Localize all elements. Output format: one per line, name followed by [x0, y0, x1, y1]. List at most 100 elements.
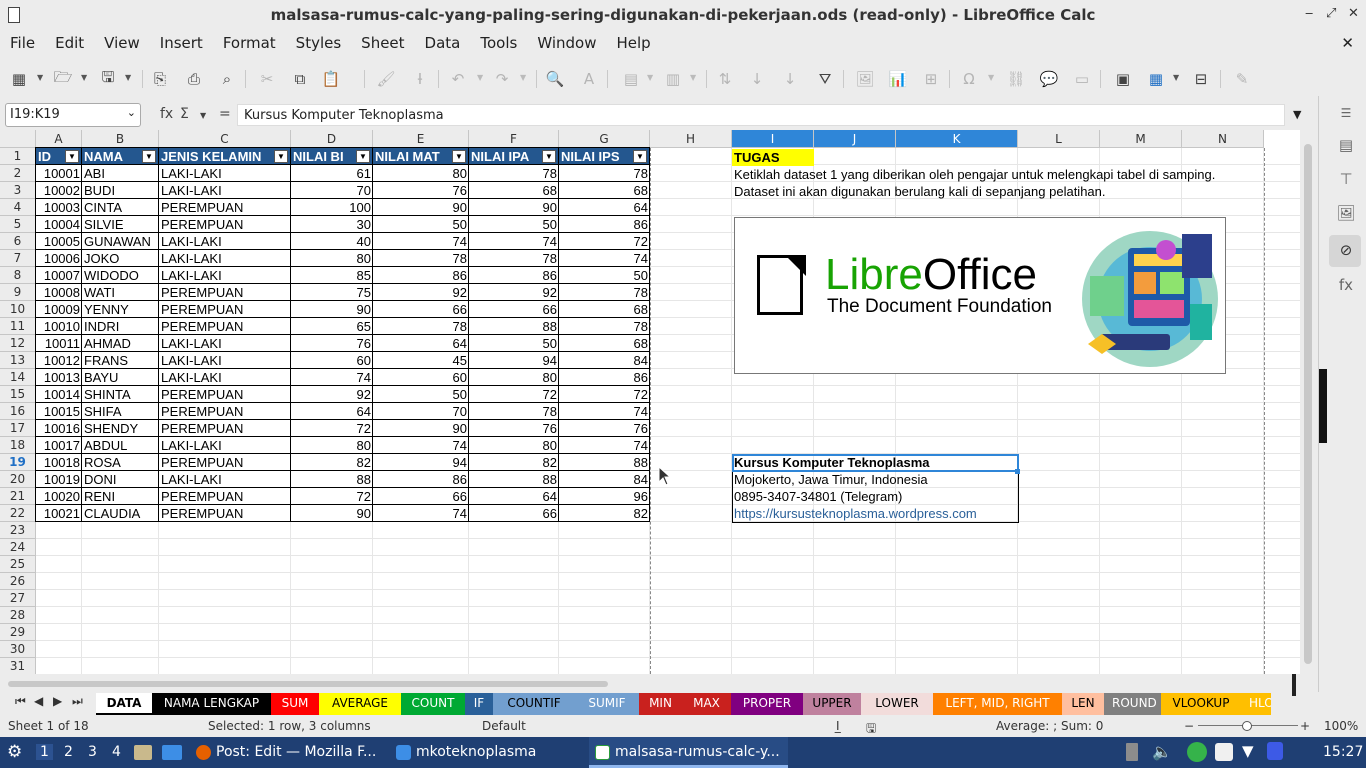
paste-icon[interactable]: 📋	[320, 68, 342, 90]
table-cell[interactable]: 74	[373, 233, 469, 250]
table-cell[interactable]: 68	[559, 182, 650, 199]
table-cell[interactable]: LAKI-LAKI	[159, 250, 291, 267]
table-cell[interactable]: 86	[373, 471, 469, 488]
column-header-l[interactable]: L	[1018, 130, 1100, 148]
table-cell[interactable]: 10009	[36, 301, 82, 318]
vertical-scroll-thumb[interactable]	[1304, 144, 1312, 664]
sheet-tab[interactable]: COUNTIF	[493, 693, 575, 715]
start-menu-icon[interactable]: ⚙	[7, 742, 22, 762]
table-cell[interactable]: PEREMPUAN	[159, 505, 291, 522]
row-header-22[interactable]: 22	[0, 505, 36, 522]
table-cell[interactable]: 80	[291, 437, 373, 454]
column-icon[interactable]: ▥	[662, 68, 684, 90]
table-cell[interactable]: ROSA	[82, 454, 159, 471]
autofilter-dropdown-icon[interactable]: ▼	[452, 150, 466, 163]
export-pdf-icon[interactable]: ⎘	[149, 68, 171, 90]
table-cell[interactable]: BAYU	[82, 369, 159, 386]
menu-help[interactable]: Help	[606, 34, 660, 52]
table-cell[interactable]: 94	[373, 454, 469, 471]
table-cell[interactable]: LAKI-LAKI	[159, 369, 291, 386]
row-header-21[interactable]: 21	[0, 488, 36, 505]
new-document-icon[interactable]: ▦	[8, 68, 30, 90]
table-cell[interactable]: CINTA	[82, 199, 159, 216]
table-cell[interactable]: 10006	[36, 250, 82, 267]
table-cell[interactable]: 74	[559, 403, 650, 420]
row-header-18[interactable]: 18	[0, 437, 36, 454]
column-header-k[interactable]: K	[896, 130, 1018, 148]
zoom-level[interactable]: 100%	[1324, 719, 1358, 733]
cut-icon[interactable]: ✂	[256, 68, 278, 90]
sheet-tab[interactable]: VLOOKUP	[1161, 693, 1241, 715]
table-cell[interactable]: 100	[291, 199, 373, 216]
task-label[interactable]: TUGAS	[732, 149, 814, 166]
table-cell[interactable]: 64	[469, 488, 559, 505]
row-header-11[interactable]: 11	[0, 318, 36, 335]
autofilter-dropdown-icon[interactable]: ▼	[65, 150, 79, 163]
row-header-13[interactable]: 13	[0, 352, 36, 369]
table-cell[interactable]: LAKI-LAKI	[159, 335, 291, 352]
libreoffice-logo-image[interactable]: LibreOffice The Document Foundation	[734, 217, 1226, 374]
table-header-cell[interactable]: NILAI BI ▼	[291, 148, 373, 165]
table-cell[interactable]: 90	[373, 199, 469, 216]
table-cell[interactable]: 10002	[36, 182, 82, 199]
find-replace-icon[interactable]: 🔍	[544, 68, 566, 90]
table-cell[interactable]: 50	[469, 335, 559, 352]
table-cell[interactable]: PEREMPUAN	[159, 386, 291, 403]
table-cell[interactable]: 92	[373, 284, 469, 301]
print-preview-icon[interactable]: ⌕	[216, 68, 238, 90]
table-cell[interactable]: 84	[559, 471, 650, 488]
row-header-6[interactable]: 6	[0, 233, 36, 250]
table-cell[interactable]: LAKI-LAKI	[159, 471, 291, 488]
insert-mode-icon[interactable]: I̲	[836, 719, 840, 733]
column-header-f[interactable]: F	[469, 130, 559, 148]
row-header-19[interactable]: 19	[0, 454, 36, 471]
menu-styles[interactable]: Styles	[286, 34, 352, 52]
table-cell[interactable]: PEREMPUAN	[159, 488, 291, 505]
sort-ascending-icon[interactable]: ↓	[746, 68, 768, 90]
row-header-1[interactable]: 1	[0, 148, 36, 165]
table-cell[interactable]: 50	[373, 386, 469, 403]
open-folder-icon[interactable]: 🗁	[52, 68, 74, 90]
table-header-cell[interactable]: NAMA ▼	[82, 148, 159, 165]
column-header-a[interactable]: A	[36, 130, 82, 148]
table-cell[interactable]: 74	[559, 437, 650, 454]
table-cell[interactable]: 80	[469, 369, 559, 386]
table-cell[interactable]: BUDI	[82, 182, 159, 199]
table-cell[interactable]: RENI	[82, 488, 159, 505]
table-cell[interactable]: 64	[291, 403, 373, 420]
sheet-position[interactable]: Sheet 1 of 18	[8, 719, 89, 733]
table-cell[interactable]: 86	[559, 369, 650, 386]
table-cell[interactable]: 78	[559, 165, 650, 182]
spelling-icon[interactable]: A	[578, 68, 600, 90]
table-cell[interactable]: 86	[373, 267, 469, 284]
row-header-24[interactable]: 24	[0, 539, 36, 556]
table-cell[interactable]: 50	[373, 216, 469, 233]
row-header-5[interactable]: 5	[0, 216, 36, 233]
table-cell[interactable]: WIDODO	[82, 267, 159, 284]
sheet-tab[interactable]: AVERAGE	[319, 693, 401, 715]
row-icon[interactable]: ▤	[620, 68, 642, 90]
horizontal-scroll-thumb[interactable]	[8, 681, 608, 687]
table-cell[interactable]: 60	[373, 369, 469, 386]
table-cell[interactable]: 66	[373, 488, 469, 505]
table-cell[interactable]: 76	[373, 182, 469, 199]
table-cell[interactable]: 50	[469, 216, 559, 233]
sheet-tab[interactable]: SUM	[271, 693, 319, 715]
table-cell[interactable]: ABI	[82, 165, 159, 182]
table-cell[interactable]: LAKI-LAKI	[159, 352, 291, 369]
row-header-9[interactable]: 9	[0, 284, 36, 301]
sheet-tab[interactable]: LOWER	[861, 693, 933, 715]
table-cell[interactable]: PEREMPUAN	[159, 403, 291, 420]
formula-icon[interactable]: =	[219, 106, 231, 122]
freeze-dropdown-icon[interactable]: ▼	[1173, 73, 1179, 82]
table-cell[interactable]: JOKO	[82, 250, 159, 267]
table-cell[interactable]: 76	[559, 420, 650, 437]
table-cell[interactable]: 92	[291, 386, 373, 403]
table-cell[interactable]: AHMAD	[82, 335, 159, 352]
table-cell[interactable]: 78	[373, 318, 469, 335]
taskbar-window-folder[interactable]: mkoteknoplasma	[390, 737, 544, 768]
table-cell[interactable]: 10008	[36, 284, 82, 301]
sheet-tab[interactable]: ROUND	[1104, 693, 1161, 715]
sort-icon[interactable]: ⇅	[714, 68, 736, 90]
row-header-17[interactable]: 17	[0, 420, 36, 437]
